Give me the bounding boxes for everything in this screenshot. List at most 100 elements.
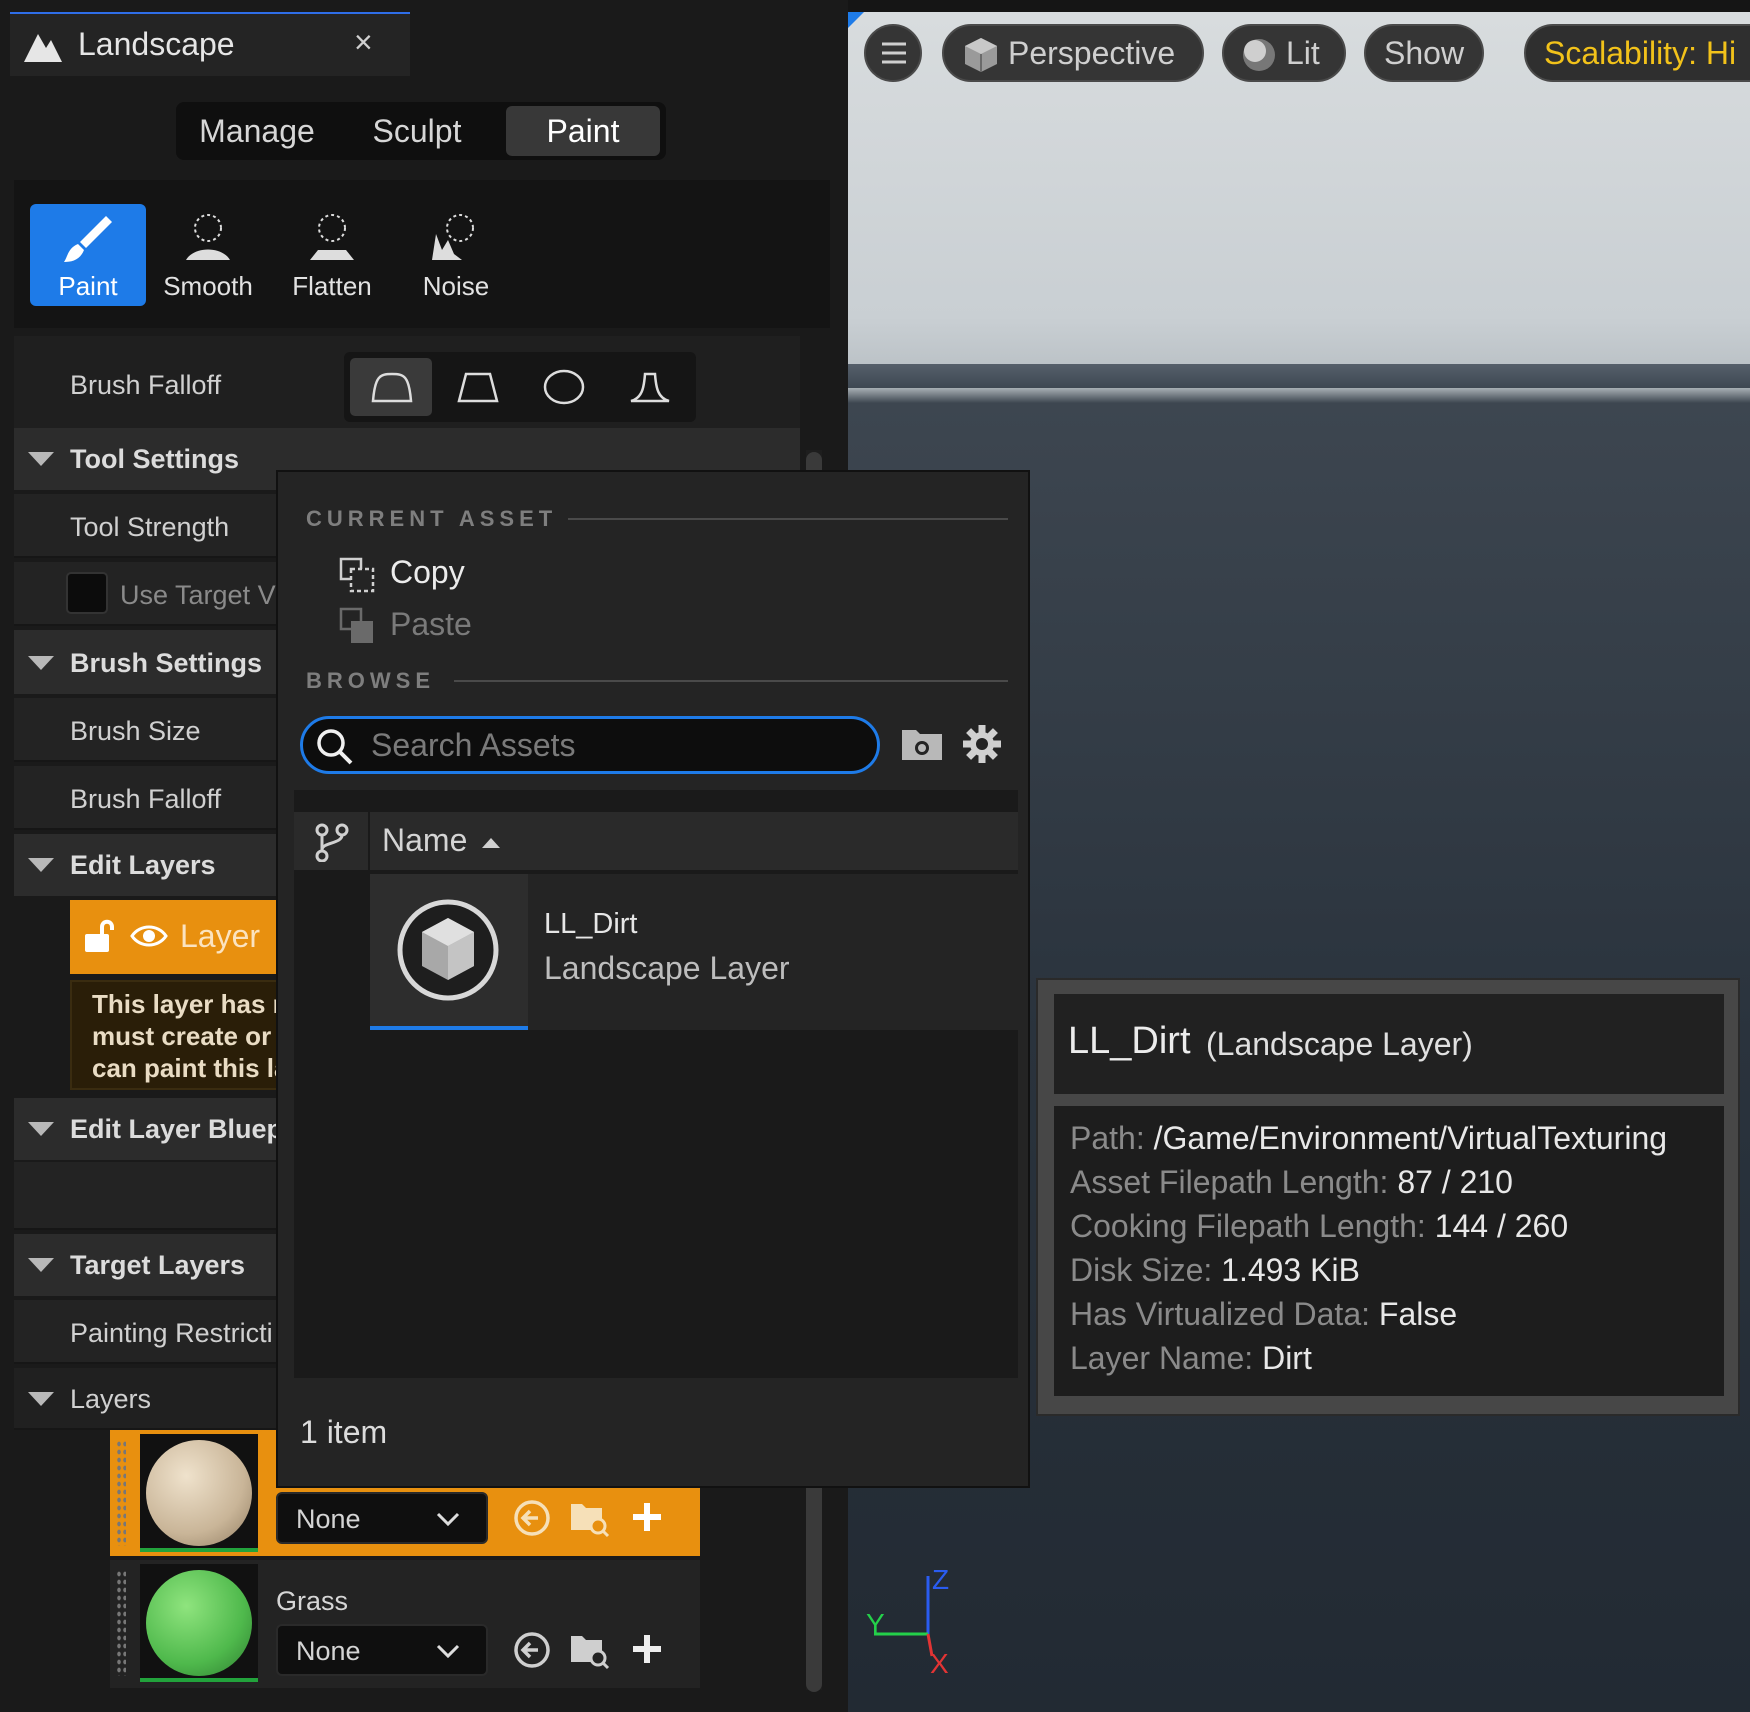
tool-noise-label: Noise xyxy=(422,271,490,301)
falloff-spherical-button[interactable] xyxy=(522,358,604,416)
layers-label: Layers xyxy=(70,1384,152,1414)
add-icon[interactable] xyxy=(630,1632,664,1666)
chevron-down-icon xyxy=(436,1512,460,1527)
cube-icon xyxy=(965,38,997,72)
brush-falloff-setting-label: Brush Falloff xyxy=(70,784,222,814)
asset-tooltip: LL_Dirt (Landscape Layer) Path: /Game/En… xyxy=(1036,978,1740,1416)
tooltip-key: Cooking Filepath Length: xyxy=(1070,1208,1426,1244)
collapse-arrow-icon xyxy=(28,452,54,466)
lit-sphere-icon xyxy=(1243,39,1275,71)
flatten-icon xyxy=(310,214,354,260)
drag-handle-icon[interactable] xyxy=(116,1570,126,1676)
viewport-active-corner xyxy=(848,12,864,28)
settings-gear-icon[interactable] xyxy=(960,722,1004,766)
collapse-arrow-icon xyxy=(28,1392,54,1406)
layer-material-ball xyxy=(146,1440,252,1546)
noise-icon xyxy=(432,214,474,260)
tab-sculpt[interactable]: Sculpt xyxy=(342,106,492,156)
lit-button[interactable]: Lit xyxy=(1222,24,1346,82)
name-column-label[interactable]: Name xyxy=(382,822,467,859)
target-layers-label: Target Layers xyxy=(70,1250,246,1280)
tool-flatten-label: Flatten xyxy=(292,271,372,301)
paste-icon xyxy=(339,607,373,643)
tooltip-key: Has Virtualized Data: xyxy=(1070,1296,1370,1332)
axis-y-label: Y xyxy=(866,1608,885,1639)
collapse-arrow-icon xyxy=(28,858,54,872)
tool-smooth-label: Smooth xyxy=(163,271,253,301)
browse-asset-icon[interactable] xyxy=(568,1496,610,1538)
target-layer-item[interactable]: Grass None xyxy=(110,1560,700,1688)
edit-layers-label: Edit Layers xyxy=(70,850,216,880)
falloff-smooth-button[interactable] xyxy=(350,358,432,416)
hamburger-icon xyxy=(882,42,906,64)
search-input[interactable] xyxy=(371,725,861,765)
tool-flatten[interactable]: Flatten xyxy=(274,204,390,306)
use-target-value-checkbox[interactable] xyxy=(66,572,108,614)
axis-x-label: X xyxy=(930,1648,949,1679)
sort-ascending-icon xyxy=(482,838,500,848)
smooth-icon xyxy=(186,214,230,260)
drag-handle-icon[interactable] xyxy=(116,1440,126,1546)
tool-paint[interactable]: Paint xyxy=(30,204,146,306)
item-count: 1 item xyxy=(300,1414,388,1450)
eye-icon[interactable] xyxy=(130,922,168,950)
scalability-label: Scalability: Hi xyxy=(1544,35,1737,71)
folder-search-icon[interactable] xyxy=(900,724,946,764)
column-header: Name xyxy=(294,812,1018,870)
unlock-icon[interactable] xyxy=(82,918,116,954)
falloff-linear-button[interactable] xyxy=(436,358,518,416)
tooltip-value: 1.493 KiB xyxy=(1221,1252,1360,1288)
landscape-tab[interactable]: Landscape × xyxy=(10,12,410,76)
falloff-tip-button[interactable] xyxy=(608,358,690,416)
tooltip-value: /Game/Environment/VirtualTexturing xyxy=(1153,1120,1668,1156)
close-icon[interactable]: × xyxy=(354,24,373,61)
copy-menu-item[interactable]: Copy xyxy=(306,548,1006,600)
tool-bar: Paint Smooth Flatten Noise xyxy=(14,180,830,328)
tab-title: Landscape xyxy=(78,26,235,62)
picker-footer: 1 item xyxy=(278,1378,1028,1486)
tab-paint[interactable]: Paint xyxy=(506,106,660,156)
show-label: Show xyxy=(1384,35,1465,71)
tooltip-body: Path: /Game/Environment/VirtualTexturing… xyxy=(1054,1106,1724,1396)
falloff-spherical-icon xyxy=(543,369,585,405)
add-icon[interactable] xyxy=(630,1500,664,1534)
show-button[interactable]: Show xyxy=(1364,24,1484,82)
edit-layer-blueprints-label: Edit Layer Bluepr xyxy=(70,1114,294,1144)
layer-info-dropdown[interactable]: None xyxy=(276,1492,488,1544)
tooltip-key: Path: xyxy=(1070,1120,1145,1156)
divider xyxy=(568,518,1008,520)
warning-line: can paint this la xyxy=(92,1053,289,1083)
paintbrush-icon xyxy=(64,216,112,262)
mode-tabs: Manage Sculpt Paint xyxy=(176,102,666,160)
viewport-menu-button[interactable] xyxy=(864,24,922,82)
collapse-arrow-icon xyxy=(28,1122,54,1136)
source-filter-button[interactable] xyxy=(294,812,370,870)
asset-picker-menu: CURRENT ASSET Copy Paste BROWSE Search A… xyxy=(276,470,1030,1488)
edit-layer-row[interactable]: Layer xyxy=(70,900,280,974)
perspective-button[interactable]: Perspective xyxy=(942,24,1204,82)
use-selected-asset-icon[interactable] xyxy=(512,1498,552,1538)
search-box[interactable] xyxy=(300,716,880,774)
asset-thumbnail[interactable] xyxy=(370,874,528,1030)
tool-paint-label: Paint xyxy=(58,271,118,301)
tab-manage[interactable]: Manage xyxy=(182,106,332,156)
chevron-down-icon xyxy=(436,1644,460,1659)
use-selected-asset-icon[interactable] xyxy=(512,1630,552,1670)
perspective-label: Perspective xyxy=(1008,35,1176,71)
warning-line: This layer has r xyxy=(92,989,283,1019)
tool-smooth[interactable]: Smooth xyxy=(150,204,266,306)
tool-noise[interactable]: Noise xyxy=(398,204,514,306)
browse-asset-icon[interactable] xyxy=(568,1628,610,1670)
layer-thumbnail xyxy=(140,1434,258,1552)
copy-icon xyxy=(339,557,375,593)
layer-info-dropdown[interactable]: None xyxy=(276,1624,488,1676)
browse-header: BROWSE xyxy=(306,668,435,693)
asset-name: LL_Dirt xyxy=(544,908,638,940)
paste-menu-item[interactable]: Paste xyxy=(306,600,1006,652)
axis-gizmo xyxy=(874,1576,934,1657)
tooltip-header: LL_Dirt (Landscape Layer) xyxy=(1054,994,1724,1094)
branch-icon xyxy=(315,823,349,862)
tooltip-row: Path: /Game/Environment/VirtualTexturing xyxy=(1070,1120,1667,1157)
axis-z-label: Z xyxy=(932,1564,950,1595)
scalability-button[interactable]: Scalability: Hi xyxy=(1524,24,1750,82)
